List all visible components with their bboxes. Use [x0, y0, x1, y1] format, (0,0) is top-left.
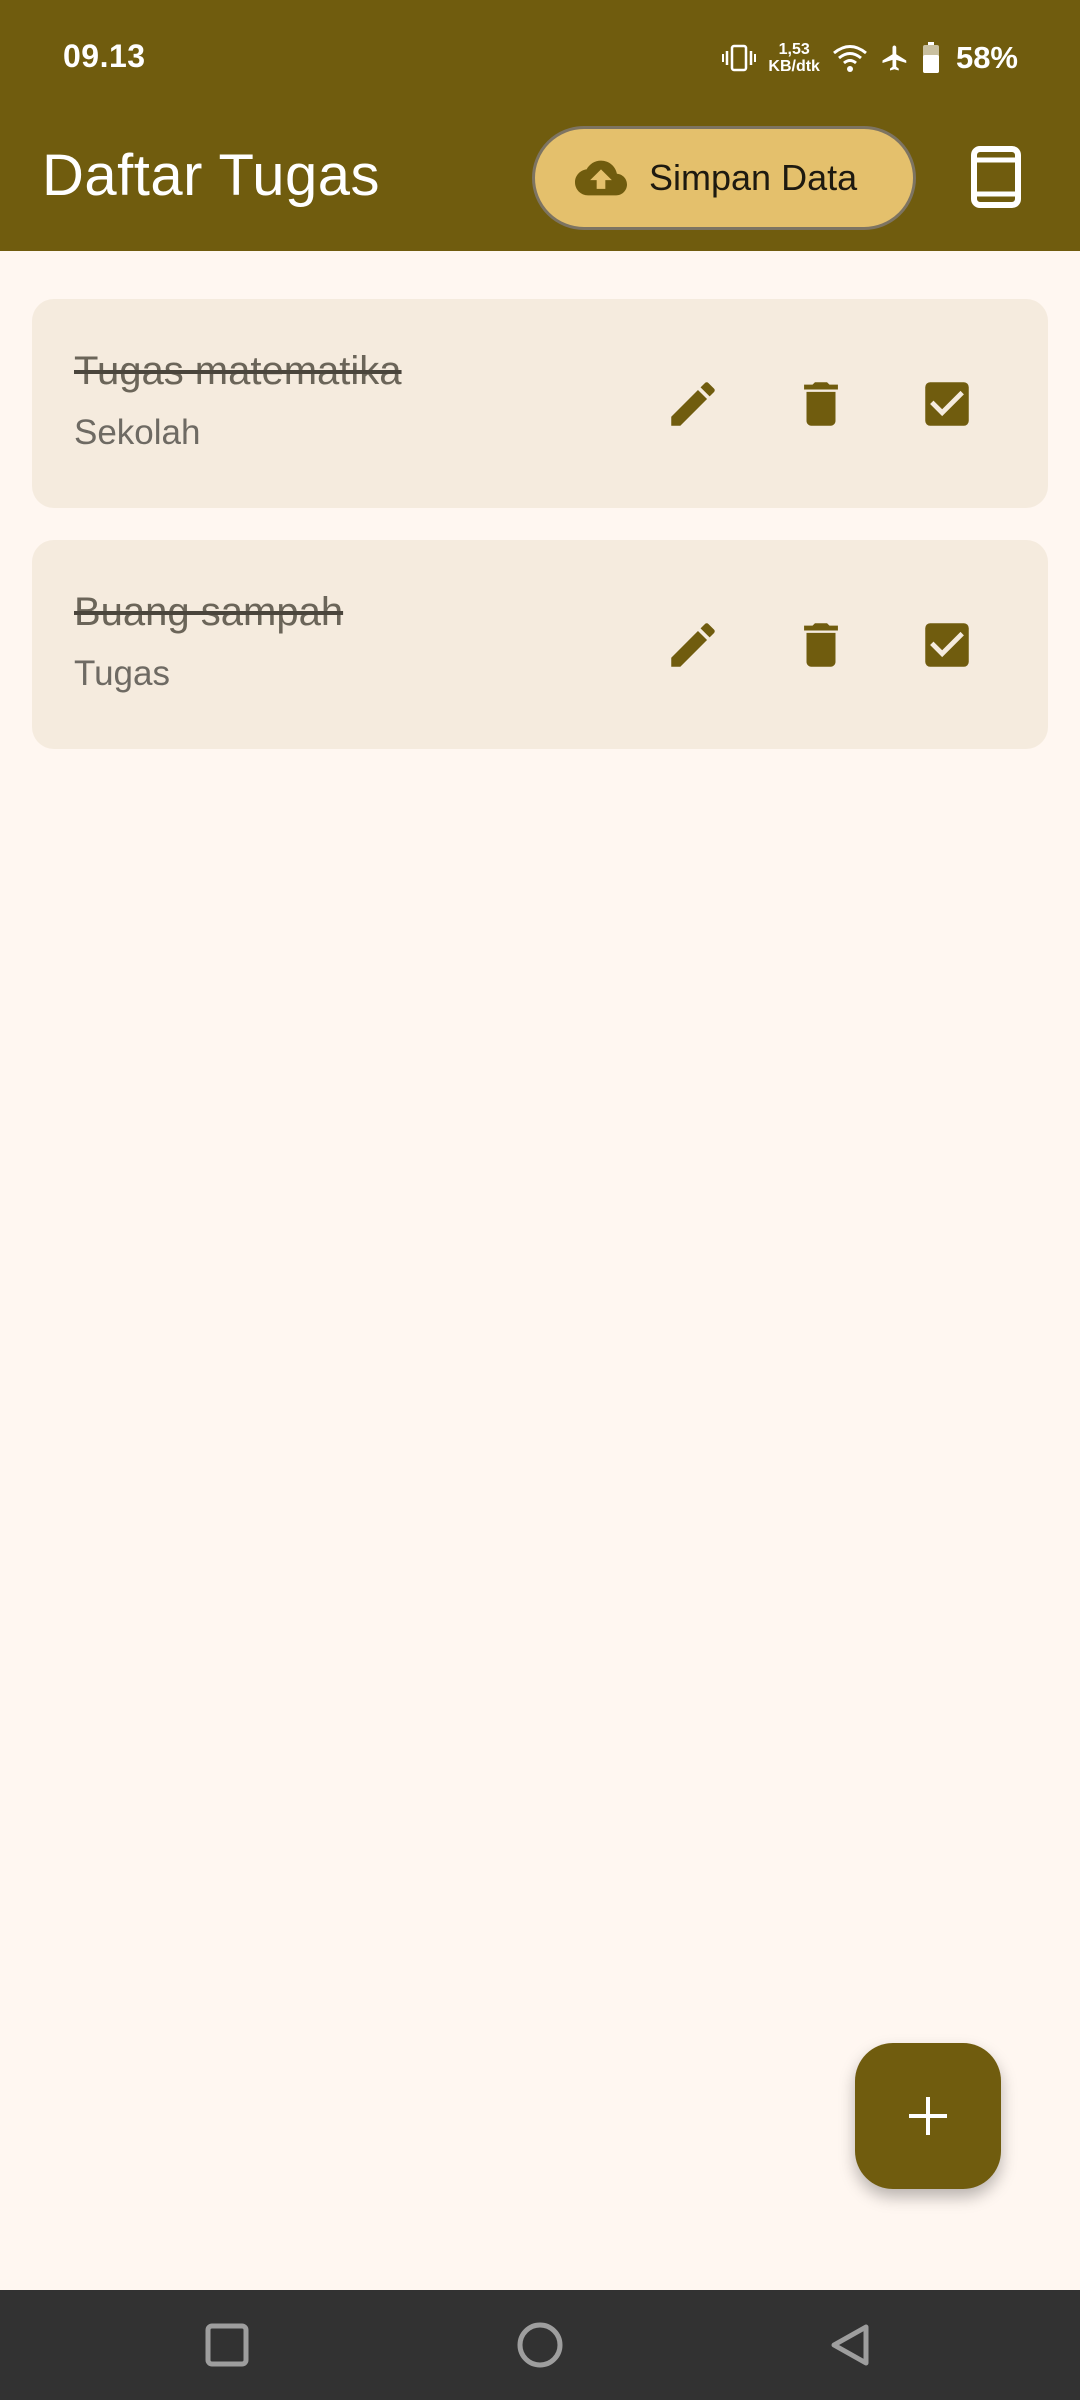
edit-icon[interactable] — [664, 375, 722, 433]
airplane-mode-icon — [882, 45, 907, 71]
delete-icon[interactable] — [792, 616, 850, 674]
cloud-upload-icon — [575, 160, 627, 196]
save-data-button[interactable]: Simpan Data — [532, 126, 916, 230]
task-title: Tugas matematika — [74, 349, 402, 393]
page-title: Daftar Tugas — [42, 143, 381, 208]
battery-percentage: 58% — [955, 40, 1018, 75]
vibrate-icon — [722, 44, 757, 72]
net-speed: 1,53 KB/dtk — [768, 41, 820, 75]
phone-icon[interactable] — [968, 146, 1024, 208]
net-speed-value: 1,53 — [778, 41, 810, 58]
add-icon — [909, 2097, 947, 2135]
task-category: Tugas — [74, 654, 170, 693]
task-title: Buang sampah — [74, 590, 344, 634]
battery-icon — [922, 42, 939, 73]
task-card[interactable]: Tugas matematika Sekolah — [32, 299, 1048, 508]
status-time: 09.13 — [63, 38, 146, 74]
status-icons: 1,53 KB/dtk 58% — [722, 36, 1018, 80]
task-category: Sekolah — [74, 413, 201, 452]
wifi-icon — [833, 45, 867, 72]
checkbox-checked-icon[interactable] — [918, 375, 976, 433]
add-task-button[interactable] — [855, 2043, 1001, 2189]
recents-icon[interactable] — [197, 2315, 257, 2375]
task-card[interactable]: Buang sampah Tugas — [32, 540, 1048, 749]
checkbox-checked-icon[interactable] — [918, 616, 976, 674]
net-speed-unit: KB/dtk — [768, 58, 820, 75]
app-bar: 09.13 1,53 KB/dtk 58% Daftar Tugas Simpa… — [0, 0, 1080, 251]
save-data-label: Simpan Data — [649, 157, 858, 198]
back-icon[interactable] — [820, 2315, 880, 2375]
delete-icon[interactable] — [792, 375, 850, 433]
system-nav-bar — [0, 2290, 1080, 2400]
home-icon[interactable] — [510, 2315, 570, 2375]
edit-icon[interactable] — [664, 616, 722, 674]
